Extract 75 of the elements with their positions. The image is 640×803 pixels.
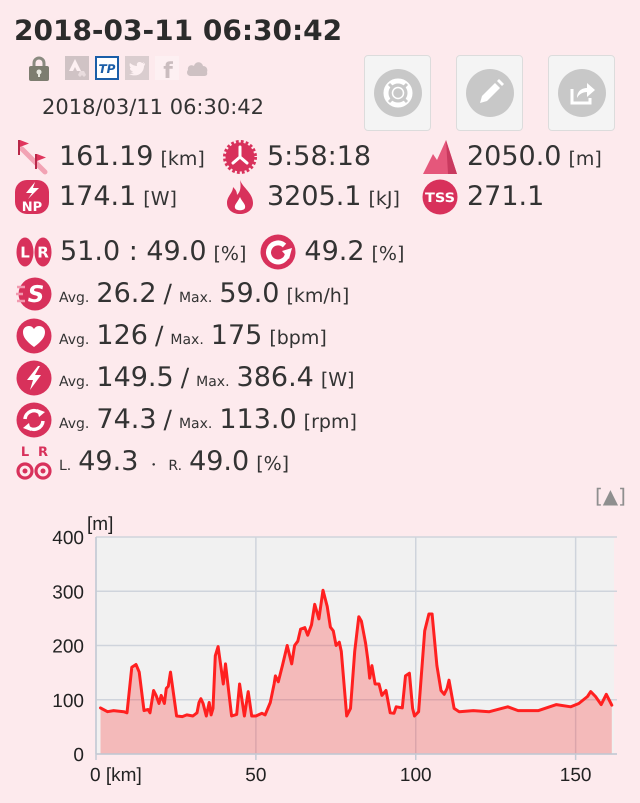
y-tick-label: 0 — [73, 745, 84, 766]
unit-label: [W] — [320, 369, 354, 391]
y-tick-label: 300 — [52, 582, 84, 604]
stat-value: 2050.0 — [467, 141, 562, 173]
lightning-icon — [16, 360, 52, 396]
unit-label: [rpm] — [304, 411, 357, 433]
max-value: 175 — [210, 320, 262, 352]
y-axis-unit: [m] — [87, 514, 114, 535]
mountain-icon — [422, 139, 458, 175]
stat-value: 161.19 — [59, 141, 154, 173]
stat-value: 271.1 — [467, 181, 544, 213]
edit-button[interactable] — [456, 55, 523, 131]
max-value: 59.0 — [219, 278, 280, 310]
unit-label: [%] — [214, 243, 246, 265]
max-value: 386.4 — [236, 362, 314, 394]
ring-icon — [374, 69, 422, 117]
share-icon — [558, 69, 606, 117]
stat-value: 5:58:18 — [267, 141, 372, 173]
separator: ・ — [145, 455, 162, 476]
max-label: Max. — [178, 290, 212, 306]
bird-icon[interactable] — [125, 56, 149, 80]
separator: / — [164, 405, 172, 434]
share-button[interactable] — [548, 55, 615, 131]
unit-label: [km/h] — [286, 285, 350, 307]
avg-label: Avg. — [59, 290, 90, 306]
separator: / — [154, 321, 164, 350]
activity-date: 2018/03/11 06:30:42 — [41, 94, 264, 120]
tp-logo[interactable]: TP — [95, 56, 119, 80]
unit-label: [W] — [143, 188, 177, 210]
avg-value: 74.3 — [96, 404, 157, 436]
separator: / — [164, 279, 172, 308]
unit-label: [kJ] — [368, 188, 400, 210]
x-tick-label: 50 — [245, 765, 266, 786]
avg-value: 149.5 — [96, 362, 174, 394]
right-label: R. — [168, 458, 182, 474]
unit-label: [%] — [372, 243, 404, 265]
ring-button[interactable] — [364, 55, 431, 131]
y-tick-label: 100 — [52, 690, 84, 712]
peaks-icon[interactable] — [65, 56, 89, 80]
unit-label: [%] — [256, 453, 290, 475]
activity-title: 2018-03-11 06:30:42 — [13, 13, 344, 48]
stat-value: 49.2 — [304, 236, 365, 268]
x-tick-label: 0 [km] — [90, 765, 142, 786]
unit-label: [km] — [160, 148, 205, 170]
left-label: L. — [59, 458, 72, 474]
unit-label: [bpm] — [269, 327, 327, 349]
max-value: 113.0 — [219, 404, 297, 436]
np-badge: NP — [14, 179, 50, 215]
max-label: Max. — [170, 332, 204, 348]
y-tick-label: 400 — [52, 528, 84, 549]
stat-value: 3205.1 — [267, 181, 362, 213]
separator: / — [180, 363, 190, 392]
max-label: Max. — [178, 416, 212, 432]
y-tick-label: 200 — [52, 636, 84, 658]
rotation-arrows-icon — [16, 402, 52, 438]
clock-icon — [222, 139, 258, 175]
avg-label: Avg. — [59, 416, 90, 432]
x-tick-label: 100 — [400, 765, 432, 786]
collapse-toggle[interactable]: [▲] — [595, 483, 626, 509]
right-value: 49.0 — [189, 446, 250, 478]
max-label: Max. — [196, 374, 230, 390]
left-value: 49.3 — [78, 446, 138, 478]
stat-value: 174.1 — [59, 181, 136, 213]
avg-label: Avg. — [59, 332, 90, 348]
stat-value: 51.0 : 49.0 — [60, 236, 206, 268]
x-tick-label: 150 — [560, 765, 592, 786]
avg-label: Avg. — [59, 374, 90, 390]
pencil-icon — [466, 69, 514, 117]
pedal-balance-badge: L R — [16, 444, 52, 480]
tss-badge: TSS — [422, 179, 458, 215]
speed-badge: S — [16, 276, 52, 312]
unit-label: [m] — [568, 148, 602, 170]
avg-value: 26.2 — [96, 278, 157, 310]
lr-badge: L R — [16, 237, 52, 267]
avg-value: 126 — [96, 320, 148, 352]
